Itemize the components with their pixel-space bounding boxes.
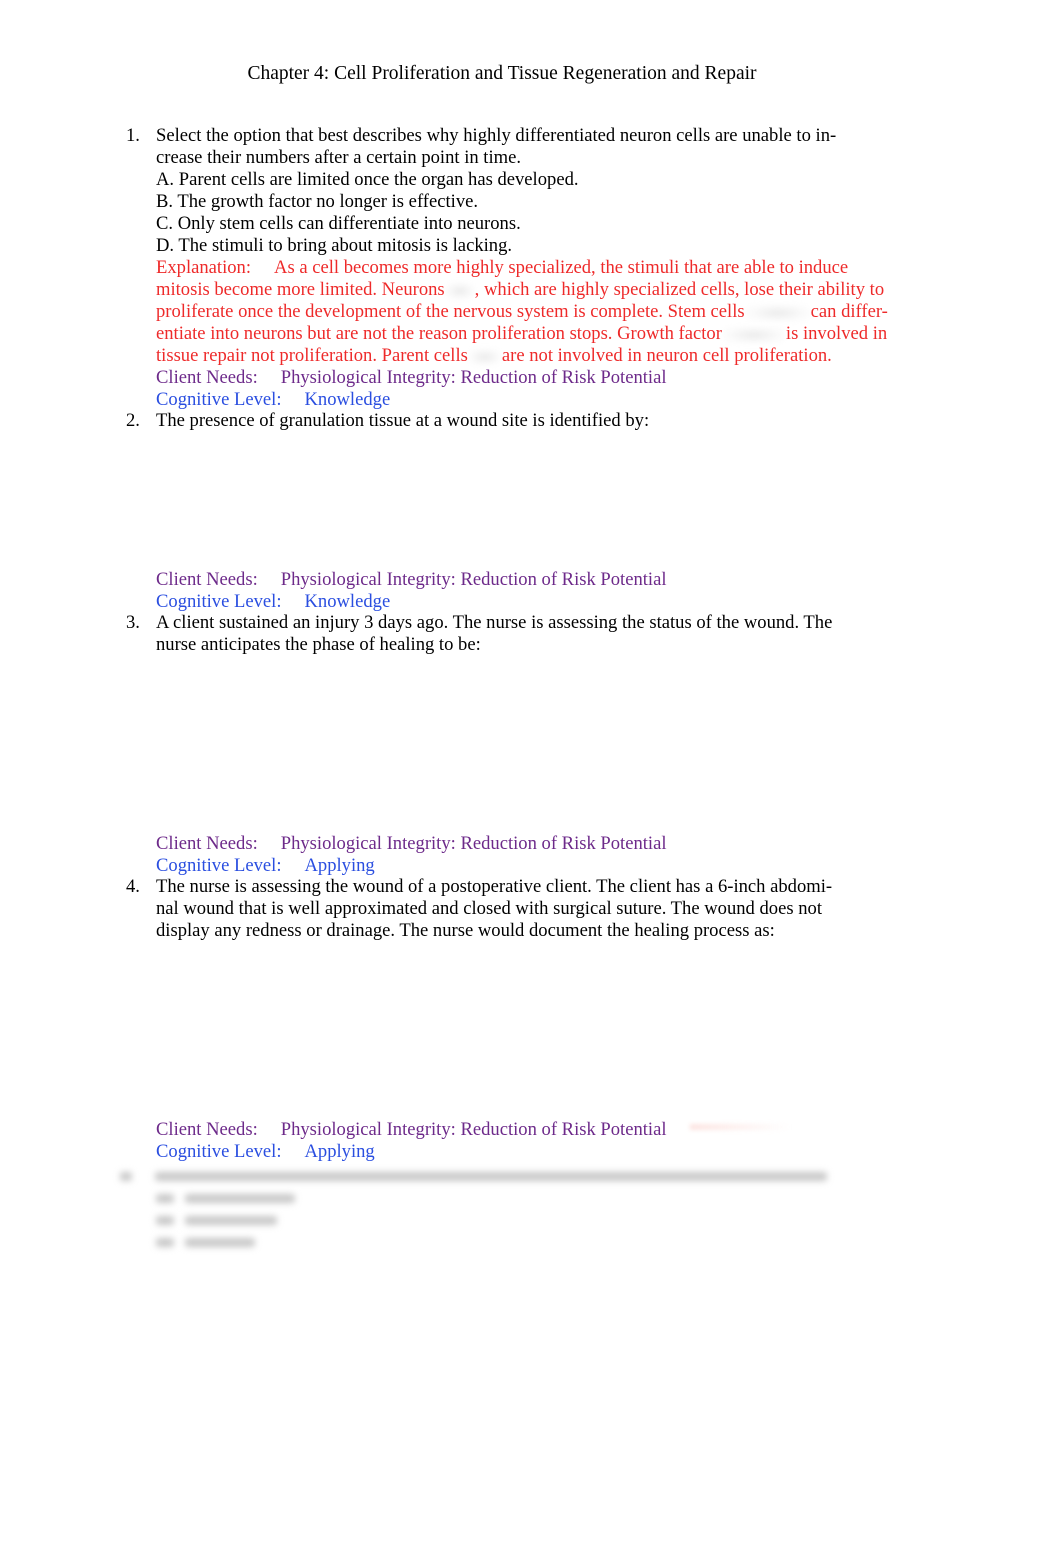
- redacted-blank: [467, 347, 502, 366]
- blurred-line: [120, 1231, 860, 1253]
- cognitive-level-value: Applying: [304, 1141, 375, 1162]
- client-needs: Client Needs: Physiological Integrity: Re…: [156, 569, 926, 591]
- explanation-text: can differ-: [810, 301, 888, 322]
- client-needs: Client Needs: Physiological Integrity: Re…: [156, 1119, 926, 1141]
- cognitive-level-label: Cognitive Level:: [156, 1141, 282, 1162]
- answer-option-c: C. Only stem cells can differentiate int…: [156, 213, 521, 234]
- answer-option-a: A. Parent cells are limited once the org…: [156, 169, 579, 190]
- question-stem-line: Select the option that best describes wh…: [156, 125, 837, 146]
- question-4: 4. The nurse is assessing the wound of a…: [126, 876, 926, 942]
- cognitive-level-value: Knowledge: [304, 389, 391, 410]
- question-number: 2.: [126, 410, 140, 431]
- client-needs: Client Needs: Physiological Integrity: Re…: [156, 367, 926, 389]
- blurred-line: [120, 1187, 860, 1209]
- question-number: 4.: [126, 876, 140, 897]
- blurred-line: [120, 1165, 860, 1187]
- question-stem-line: crease their numbers after a certain poi…: [156, 147, 522, 168]
- question-stem-line: nal wound that is well approximated and …: [156, 898, 822, 919]
- page-title: Chapter 4: Cell Proliferation and Tissue…: [247, 63, 757, 84]
- explanation-text: proliferate once the development of the …: [156, 301, 745, 322]
- explanation: Explanation: As a cell becomes more highl…: [156, 257, 926, 367]
- explanation-text: is involved in: [785, 323, 888, 344]
- explanation-label: Explanation:: [156, 257, 252, 278]
- client-needs-value: Physiological Integrity: Reduction of Ri…: [280, 367, 667, 388]
- cognitive-level-label: Cognitive Level:: [156, 591, 282, 612]
- question-number: 1.: [126, 125, 140, 146]
- client-needs-value: Physiological Integrity: Reduction of Ri…: [280, 569, 667, 590]
- cognitive-level-label: Cognitive Level:: [156, 389, 282, 410]
- cognitive-level: Cognitive Level: Knowledge: [156, 591, 926, 613]
- client-needs-value: Physiological Integrity: Reduction of Ri…: [280, 833, 667, 854]
- question-3-meta: Client Needs: Physiological Integrity: Re…: [126, 833, 926, 877]
- client-needs-label: Client Needs:: [156, 833, 258, 854]
- cognitive-level: Cognitive Level: Knowledge: [156, 389, 926, 411]
- blurred-question-5: [120, 1165, 860, 1255]
- explanation-text: are not involved in neuron cell prolifer…: [501, 345, 832, 366]
- question-2: 2. The presence of granulation tissue at…: [126, 410, 926, 432]
- question-stem-line: The nurse is assessing the wound of a po…: [156, 876, 833, 897]
- client-needs-label: Client Needs:: [156, 1119, 258, 1140]
- explanation-text: tissue repair not proliferation. Parent …: [156, 345, 468, 366]
- explanation-text: entiate into neurons but are not the rea…: [156, 323, 722, 344]
- answer-option-d: D. The stimuli to bring about mitosis is…: [156, 235, 513, 256]
- question-stem-line: nurse anticipates the phase of healing t…: [156, 634, 481, 655]
- cognitive-level-label: Cognitive Level:: [156, 855, 282, 876]
- cognitive-level-value: Knowledge: [304, 591, 391, 612]
- explanation-text: , which are highly specialized cells, lo…: [474, 279, 885, 300]
- cognitive-level: Cognitive Level: Applying: [156, 855, 926, 877]
- question-number: 3.: [126, 612, 140, 633]
- cognitive-level-value: Applying: [304, 855, 375, 876]
- client-needs-value: Physiological Integrity: Reduction of Ri…: [280, 1119, 667, 1140]
- question-stem-line: display any redness or drainage. The nur…: [156, 920, 775, 941]
- redacted-blank: [721, 325, 786, 344]
- client-needs: Client Needs: Physiological Integrity: Re…: [156, 833, 926, 855]
- cognitive-level: Cognitive Level: Applying: [156, 1141, 926, 1163]
- explanation-text: mitosis become more limited. Neurons: [156, 279, 445, 300]
- redacted-blank: [744, 303, 811, 322]
- question-1: 1. Select the option that best describes…: [126, 125, 926, 411]
- question-3: 3. A client sustained an injury 3 days a…: [126, 612, 926, 656]
- question-4-meta: Client Needs: Physiological Integrity: Re…: [126, 1119, 926, 1163]
- answer-option-b: B. The growth factor no longer is effect…: [156, 191, 479, 212]
- client-needs-label: Client Needs:: [156, 367, 258, 388]
- question-2-meta: Client Needs: Physiological Integrity: Re…: [126, 569, 926, 613]
- question-stem-line: The presence of granulation tissue at a …: [156, 410, 650, 431]
- client-needs-label: Client Needs:: [156, 569, 258, 590]
- explanation-text: As a cell becomes more highly specialize…: [274, 257, 849, 278]
- redacted-blank: [444, 281, 475, 300]
- blurred-line: [120, 1209, 860, 1231]
- question-stem-line: A client sustained an injury 3 days ago.…: [156, 612, 833, 633]
